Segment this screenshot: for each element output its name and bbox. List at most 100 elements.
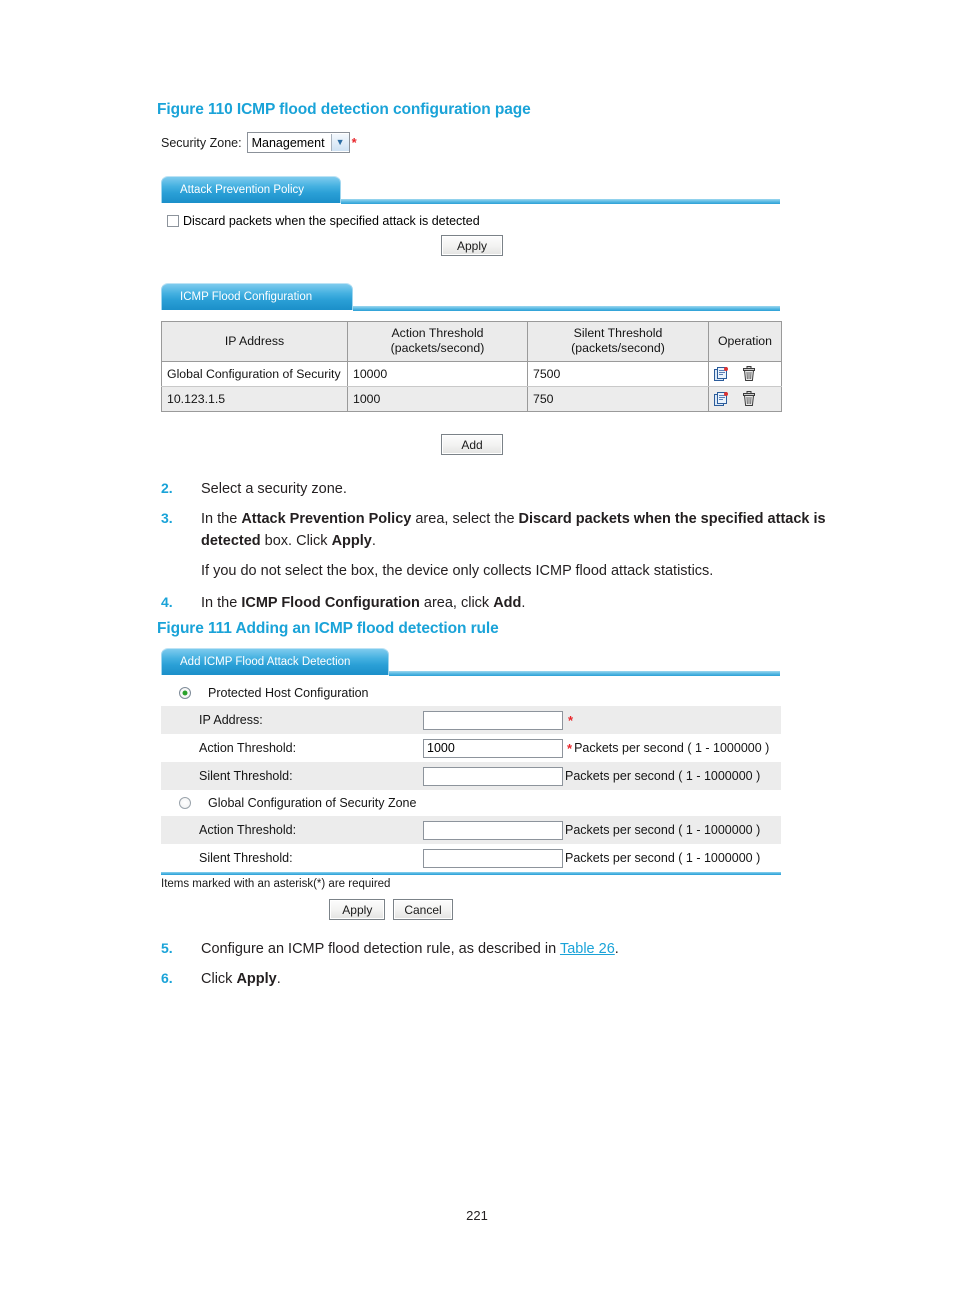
apply-button-attack-prevention[interactable]: Apply [441, 235, 503, 256]
step-6-number: 6. [161, 970, 173, 987]
col-ip-address: IP Address [161, 321, 348, 362]
field-row-silent-threshold-global: Silent Threshold: Packets per second ( 1… [161, 844, 781, 872]
col-silent-threshold-line1: Silent Threshold [573, 326, 663, 340]
label-silent-threshold-global: Silent Threshold: [199, 851, 293, 865]
radio-protected-host-label: Protected Host Configuration [208, 686, 369, 700]
step-4: 4. In the ICMP Flood Configuration area,… [161, 592, 861, 614]
cell-silent-threshold: 7500 [527, 361, 709, 387]
step-3-t3: box. Click [260, 533, 332, 550]
step-6-t2: . [276, 971, 281, 988]
required-asterisk: * [351, 135, 357, 150]
add-icmp-flood-form: Protected Host Configuration IP Address:… [161, 680, 781, 920]
field-row-action-threshold-host: Action Threshold: 1000 * Packets per sec… [161, 734, 781, 762]
table-row: 10.123.1.5 1000 750 [161, 386, 782, 412]
step-6-b1: Apply [236, 971, 277, 988]
step-4-b1: ICMP Flood Configuration [241, 595, 420, 612]
tab-rule-add-icmp-flood [389, 671, 780, 676]
step-4-number: 4. [161, 594, 173, 611]
label-silent-threshold-host: Silent Threshold: [199, 769, 293, 783]
cell-action-threshold: 1000 [347, 386, 528, 412]
step-4-b2: Add [493, 595, 522, 612]
step-2: 2. Select a security zone. [161, 478, 861, 500]
security-zone-select[interactable]: Management ▼ [246, 132, 350, 153]
step-2-text: Select a security zone. [201, 481, 347, 497]
tab-rule-attack-prevention [341, 199, 780, 204]
hint-action-threshold-global: Packets per second ( 1 - 1000000 ) [565, 823, 761, 837]
label-ip-address: IP Address: [199, 713, 263, 727]
cancel-button-form[interactable]: Cancel [393, 899, 453, 920]
step-6-text: Click Apply. [201, 968, 281, 990]
edit-icon[interactable] [714, 366, 729, 381]
step-4-t1: In the [201, 595, 242, 612]
col-silent-threshold-line2: (packets/second) [571, 341, 665, 356]
add-icmp-flood-tab-wrap: Add ICMP Flood Attack Detection [161, 648, 389, 675]
step-3-text: In the Attack Prevention Policy area, se… [201, 508, 831, 552]
steps-block-middle: 2. Select a security zone. 3. In the Att… [161, 478, 861, 614]
edit-icon[interactable] [714, 391, 729, 406]
step-5-text: Configure an ICMP flood detection rule, … [201, 938, 619, 960]
add-button-wrap: Add [441, 434, 503, 455]
step-6: 6. Click Apply. [161, 968, 861, 990]
input-silent-threshold-global[interactable] [423, 848, 563, 868]
radio-global-zone[interactable] [179, 797, 191, 809]
cell-operation [708, 361, 782, 387]
apply-button-form[interactable]: Apply [329, 899, 386, 920]
step-3: 3. In the Attack Prevention Policy area,… [161, 508, 861, 552]
step-5-number: 5. [161, 940, 173, 956]
step-5: 5. Configure an ICMP flood detection rul… [161, 938, 861, 960]
hint-silent-threshold-host: Packets per second ( 1 - 1000000 ) [565, 769, 761, 783]
security-zone-label: Security Zone: [161, 135, 242, 150]
input-action-threshold-global[interactable] [423, 820, 563, 840]
tab-attack-prevention-policy[interactable]: Attack Prevention Policy [161, 176, 341, 203]
discard-packets-checkbox[interactable] [167, 215, 179, 227]
input-action-threshold-host[interactable]: 1000 [423, 738, 563, 758]
table-header-row: IP Address Action Threshold (packets/sec… [161, 321, 782, 362]
cell-ip-address: Global Configuration of Security [161, 361, 348, 387]
step-3-note: If you do not select the box, the device… [201, 563, 714, 580]
apply-button-wrap-1: Apply [441, 235, 503, 256]
tab-rule-icmp-flood [353, 306, 780, 311]
tab-add-icmp-flood-attack-detection[interactable]: Add ICMP Flood Attack Detection [161, 648, 389, 675]
input-ip-address[interactable] [423, 710, 563, 730]
field-row-silent-threshold-host: Silent Threshold: Packets per second ( 1… [161, 762, 781, 790]
hint-silent-threshold-global: Packets per second ( 1 - 1000000 ) [565, 851, 761, 865]
step-5-t1: Configure an ICMP flood detection rule, … [201, 941, 560, 957]
required-asterisk-action-threshold-host: * [567, 740, 573, 756]
steps-block-end: 5. Configure an ICMP flood detection rul… [161, 938, 861, 990]
input-silent-threshold-host[interactable] [423, 766, 563, 786]
cell-ip-address: 10.123.1.5 [161, 386, 348, 412]
field-row-action-threshold-global: Action Threshold: Packets per second ( 1… [161, 816, 781, 844]
tab-icmp-flood-configuration[interactable]: ICMP Flood Configuration [161, 283, 353, 310]
cell-action-threshold: 10000 [347, 361, 528, 387]
add-button-icmp-flood[interactable]: Add [441, 434, 503, 455]
radio-row-global-zone[interactable]: Global Configuration of Security Zone [161, 790, 781, 816]
step-4-t2: area, click [419, 595, 494, 612]
hint-action-threshold-host: Packets per second ( 1 - 1000000 ) [574, 741, 770, 755]
step-3-b3: Apply [331, 533, 372, 550]
chevron-down-icon[interactable]: ▼ [330, 134, 349, 151]
radio-protected-host[interactable] [179, 687, 191, 699]
trash-icon[interactable] [743, 391, 755, 407]
radio-row-protected-host[interactable]: Protected Host Configuration [161, 680, 781, 706]
step-6-t1: Click [201, 971, 237, 988]
step-3-number: 3. [161, 510, 173, 527]
attack-prevention-policy-tab-wrap: Attack Prevention Policy [161, 176, 341, 203]
discard-packets-checkbox-row[interactable]: Discard packets when the specified attac… [167, 214, 480, 228]
trash-icon[interactable] [743, 366, 755, 382]
page-number: 221 [466, 1208, 488, 1223]
step-4-t3: . [521, 595, 526, 612]
col-action-threshold-line1: Action Threshold [391, 326, 484, 340]
figure-110-caption: Figure 110 ICMP flood detection configur… [157, 101, 531, 118]
icmp-flood-table: IP Address Action Threshold (packets/sec… [161, 321, 782, 412]
step-2-number: 2. [161, 480, 173, 496]
required-items-note: Items marked with an asterisk(*) are req… [161, 878, 391, 890]
required-asterisk-ip-address: * [568, 712, 574, 728]
table-26-link[interactable]: Table 26 [560, 941, 615, 957]
cell-silent-threshold: 750 [527, 386, 709, 412]
step-4-text: In the ICMP Flood Configuration area, cl… [201, 592, 525, 614]
radio-global-zone-label: Global Configuration of Security Zone [208, 796, 417, 810]
col-action-threshold-line2: (packets/second) [390, 341, 485, 356]
discard-packets-label: Discard packets when the specified attac… [183, 214, 480, 228]
step-5-t2: . [614, 941, 619, 957]
document-page: Figure 110 ICMP flood detection configur… [0, 0, 954, 1296]
